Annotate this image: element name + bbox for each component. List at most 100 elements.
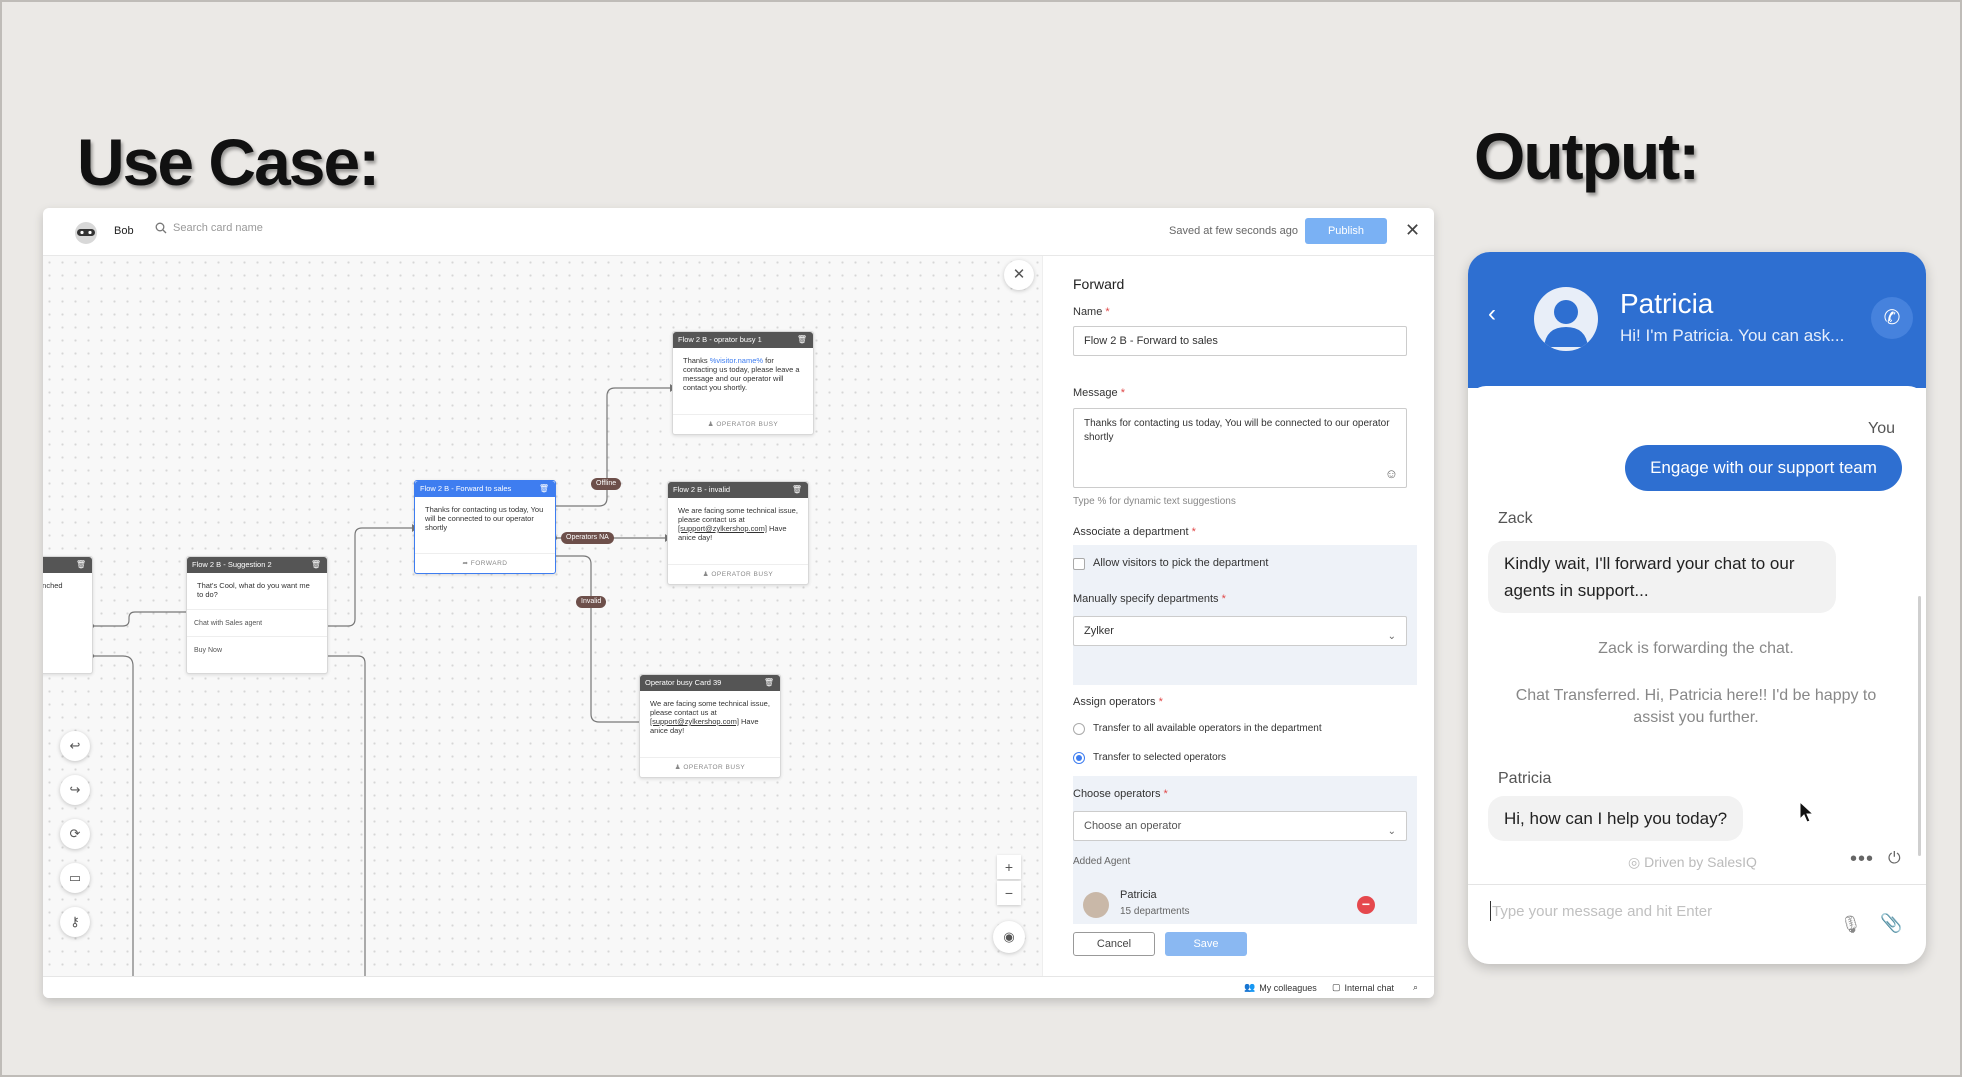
card-search[interactable]: Search card name bbox=[155, 222, 263, 234]
trash-icon[interactable]: 🗑 bbox=[797, 332, 807, 348]
preview-icon[interactable]: ▭ bbox=[60, 863, 90, 893]
suggestion-option[interactable]: Chat with Sales agent bbox=[187, 609, 327, 636]
agent-message: Hi, how can I help you today? bbox=[1488, 796, 1744, 841]
department-select[interactable]: Zylker ⌄ bbox=[1073, 616, 1407, 646]
saved-status: Saved at few seconds ago bbox=[1169, 225, 1299, 237]
builder-topbar: Bob Search card name Saved at few second… bbox=[43, 208, 1434, 256]
partial-card[interactable]: 🗑 unched bbox=[43, 556, 93, 674]
save-button[interactable]: Save bbox=[1165, 932, 1247, 956]
attachment-icon[interactable]: 📎 bbox=[1880, 913, 1902, 934]
bot-name[interactable]: Bob bbox=[114, 225, 134, 237]
cancel-button[interactable]: Cancel bbox=[1073, 932, 1155, 956]
choose-operators-label: Choose operators * bbox=[1073, 788, 1168, 800]
chat-input-bar[interactable]: Type your message and hit Enter 🎙 📎 bbox=[1468, 884, 1926, 964]
more-icon[interactable]: ••• bbox=[1850, 848, 1874, 871]
key-icon[interactable]: ⚷ bbox=[60, 907, 90, 937]
search-placeholder: Search card name bbox=[173, 222, 263, 234]
refresh-icon[interactable]: ⟳ bbox=[60, 819, 90, 849]
message-label: Message * bbox=[1073, 387, 1125, 399]
canvas-close-icon[interactable]: ✕ bbox=[1004, 260, 1034, 290]
allow-visitors-checkbox[interactable] bbox=[1073, 558, 1085, 570]
busy39-card-text: We are facing some technical issue, plea… bbox=[650, 699, 770, 735]
transfer-all-radio[interactable] bbox=[1073, 723, 1085, 735]
people-icon: 👥 bbox=[1244, 982, 1256, 992]
forward-card-text: Thanks for contacting us today, You will… bbox=[425, 505, 544, 532]
assign-operators-label: Assign operators * bbox=[1073, 696, 1163, 708]
department-label: Associate a department * bbox=[1073, 526, 1196, 538]
transfer-selected-radio[interactable] bbox=[1073, 752, 1085, 764]
agent-label: Patricia bbox=[1498, 770, 1552, 787]
my-colleagues[interactable]: 👥 My colleagues bbox=[1244, 982, 1317, 993]
chat-agent-name: Patricia bbox=[1620, 288, 1714, 319]
invalid-card-title: Flow 2 B - invalid bbox=[673, 485, 731, 494]
mic-icon[interactable]: 🎙 bbox=[1840, 915, 1862, 935]
busy39-card-title: Operator busy Card 39 bbox=[645, 678, 722, 687]
edge-label-operators-na[interactable]: Operators NA bbox=[561, 532, 614, 544]
trash-icon[interactable]: 🗑 bbox=[539, 481, 549, 497]
edge-label-invalid[interactable]: Invalid bbox=[576, 596, 607, 608]
chat-scrollbar[interactable] bbox=[1918, 596, 1921, 856]
salesiq-icon: ◎ bbox=[1628, 854, 1645, 870]
redo-icon[interactable]: ↪ bbox=[60, 775, 90, 805]
name-label: Name * bbox=[1073, 306, 1110, 318]
undo-icon[interactable]: ↩ bbox=[60, 731, 90, 761]
chat-icon: ▢ bbox=[1332, 982, 1341, 992]
forwarding-notice: Zack is forwarding the chat. bbox=[1598, 640, 1794, 657]
zoom-in-icon[interactable]: + bbox=[997, 855, 1021, 879]
name-input[interactable]: Flow 2 B - Forward to sales bbox=[1073, 326, 1407, 356]
you-label: You bbox=[1868, 420, 1895, 437]
suggestion-card-title: Flow 2 B - Suggestion 2 bbox=[192, 560, 272, 569]
chat-widget: ‹ Patricia Hi! I'm Patricia. You can ask… bbox=[1468, 252, 1926, 964]
message-textarea[interactable]: Thanks for contacting us today, You will… bbox=[1073, 408, 1407, 488]
eye-icon[interactable]: ◉ bbox=[993, 921, 1025, 953]
forward-card[interactable]: Flow 2 B - Forward to sales 🗑 Thanks for … bbox=[414, 480, 556, 574]
busy-card-footer: ♟ OPERATOR BUSY bbox=[673, 414, 813, 434]
invalid-card[interactable]: Flow 2 B - invalid 🗑 We are facing some t… bbox=[667, 481, 809, 585]
operator-busy-card-39[interactable]: Operator busy Card 39 🗑 We are facing som… bbox=[639, 674, 781, 778]
operator-select[interactable]: Choose an operator ⌄ bbox=[1073, 811, 1407, 841]
status-bar: 👥 My colleagues ▢ Internal chat ⌕ bbox=[43, 976, 1434, 998]
message-input[interactable]: Type your message and hit Enter bbox=[1492, 903, 1712, 920]
search-icon bbox=[155, 222, 167, 234]
suggestion-card[interactable]: Flow 2 B - Suggestion 2 🗑 That's Cool, wh… bbox=[186, 556, 328, 674]
trash-icon[interactable]: 🗑 bbox=[311, 557, 321, 573]
trash-icon[interactable]: 🗑 bbox=[76, 557, 86, 573]
flow-canvas[interactable]: 🗑 unched Flow 2 B - Suggestion 2 🗑 That's… bbox=[43, 256, 1042, 976]
back-icon[interactable]: ‹ bbox=[1488, 300, 1496, 328]
trash-icon[interactable]: 🗑 bbox=[764, 675, 774, 691]
publish-button[interactable]: Publish bbox=[1305, 218, 1387, 244]
forward-settings-panel: Forward Name * Flow 2 B - Forward to sal… bbox=[1042, 256, 1434, 976]
transfer-selected-label: Transfer to selected operators bbox=[1093, 752, 1227, 763]
output-heading: Output: bbox=[1474, 119, 1700, 193]
power-icon[interactable]: ⏻ bbox=[1888, 850, 1901, 868]
powered-by: ◎ Driven by SalesIQ bbox=[1628, 854, 1757, 870]
chat-agent-status: Hi! I'm Patricia. You can ask... bbox=[1620, 326, 1845, 345]
busy-card-text: Thanks %visitor.name% for contacting us … bbox=[683, 356, 800, 392]
bot-message: Kindly wait, I'll forward your chat to o… bbox=[1488, 541, 1836, 613]
emoji-icon[interactable]: ☺ bbox=[1385, 467, 1398, 481]
zoom-out-icon[interactable]: − bbox=[997, 881, 1021, 905]
operator-busy-card[interactable]: Flow 2 B - oprator busy 1 🗑 Thanks %visit… bbox=[672, 331, 814, 435]
suggestion-option[interactable]: Buy Now bbox=[187, 636, 327, 663]
chat-header: ‹ Patricia Hi! I'm Patricia. You can ask… bbox=[1468, 252, 1926, 388]
status-search-icon[interactable]: ⌕ bbox=[1413, 982, 1418, 993]
chat-messages[interactable]: You Engage with our support team Zack Ki… bbox=[1468, 386, 1926, 886]
busy39-card-footer: ♟ OPERATOR BUSY bbox=[640, 757, 780, 777]
remove-agent-icon[interactable]: − bbox=[1357, 896, 1375, 914]
busy-card-title: Flow 2 B - oprator busy 1 bbox=[678, 335, 762, 344]
close-icon[interactable]: ✕ bbox=[1405, 220, 1420, 241]
transfer-notice: Chat Transferred. Hi, Patricia here!! I'… bbox=[1515, 687, 1877, 726]
use-case-heading: Use Case: bbox=[77, 125, 380, 199]
trash-icon[interactable]: 🗑 bbox=[792, 482, 802, 498]
edge-label-offline[interactable]: Offline bbox=[591, 478, 622, 490]
chevron-down-icon: ⌄ bbox=[1387, 826, 1396, 837]
bot-label: Zack bbox=[1498, 510, 1533, 527]
forward-card-title: Flow 2 B - Forward to sales bbox=[420, 484, 512, 493]
internal-chat[interactable]: ▢ Internal chat bbox=[1332, 982, 1394, 993]
text-caret bbox=[1490, 901, 1491, 921]
invalid-card-footer: ♟ OPERATOR BUSY bbox=[668, 564, 808, 584]
added-agent-label: Added Agent bbox=[1073, 856, 1131, 867]
user-silhouette-icon bbox=[1544, 300, 1588, 347]
phone-icon[interactable]: ✆ bbox=[1871, 297, 1913, 339]
invalid-card-text: We are facing some technical issue, plea… bbox=[678, 506, 798, 542]
